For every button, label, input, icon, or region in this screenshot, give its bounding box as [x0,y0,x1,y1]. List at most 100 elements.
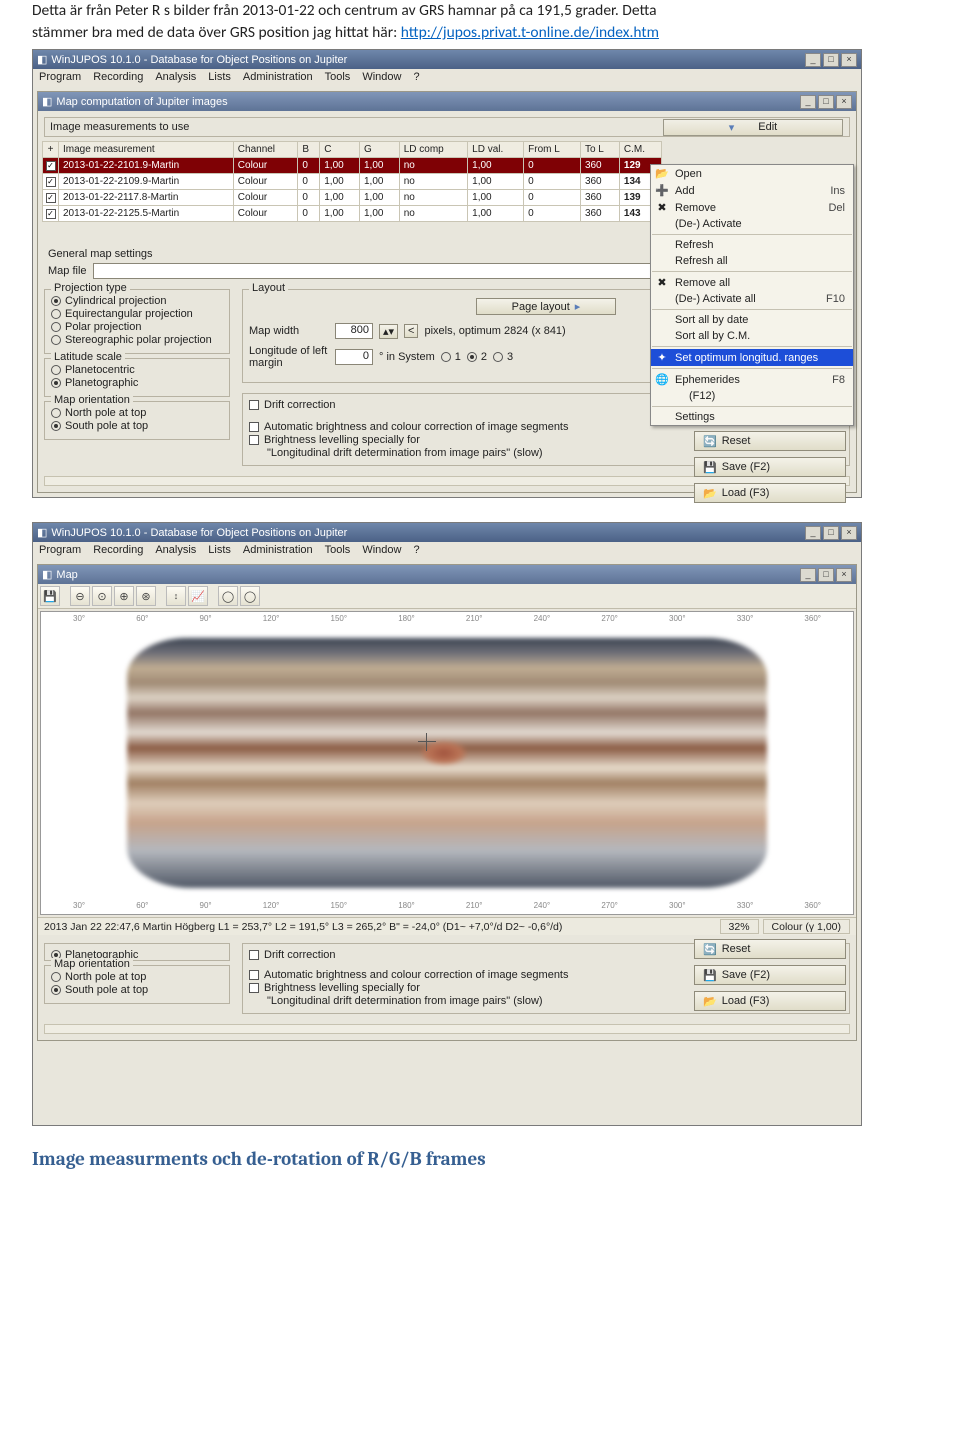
col-header[interactable]: To L [580,142,619,158]
menu-item[interactable]: ✦Set optimum longitud. ranges [651,349,853,366]
save-icon[interactable]: 💾 [40,586,60,606]
col-header[interactable]: B [298,142,320,158]
col-header[interactable]: LD comp [399,142,467,158]
col-header[interactable]: Channel [233,142,298,158]
drift-correction-check2[interactable] [249,950,259,960]
child-maximize-button[interactable]: □ [818,568,834,582]
menu-analysis[interactable]: Analysis [155,544,196,558]
row-check[interactable] [46,209,56,219]
table-row[interactable]: 2013-01-22-2117.8-MartinColour01,001,00n… [43,190,662,206]
menu-help[interactable]: ? [413,71,419,85]
maximize-button[interactable]: □ [823,526,839,540]
mapwidth-input[interactable]: 800 [335,323,373,339]
zoom-out-icon[interactable]: ⊖ [70,586,90,606]
jupos-link[interactable]: http://jupos.privat.t-online.de/index.ht… [401,23,659,42]
menu-tools[interactable]: Tools [325,71,351,85]
menu-lists[interactable]: Lists [208,71,231,85]
menu-lists[interactable]: Lists [208,544,231,558]
edit-button[interactable]: ▾ Edit [663,119,843,136]
menu-program[interactable]: Program [39,544,81,558]
mapwidth-less-button[interactable]: < [404,324,418,338]
menu-item[interactable]: (De-) Activate [651,216,853,232]
projection-option[interactable]: Polar projection [51,321,223,333]
child-maximize-button[interactable]: □ [818,95,834,109]
child-minimize-button[interactable]: _ [800,568,816,582]
brightness-levelling-check[interactable] [249,435,259,445]
row-check[interactable] [46,193,56,203]
system-3-radio[interactable]: 3 [493,351,513,363]
close-button[interactable]: × [841,526,857,540]
menu-program[interactable]: Program [39,71,81,85]
reset-button[interactable]: 🔄Reset [694,939,846,959]
menu-item[interactable]: Refresh all [651,253,853,269]
minimize-button[interactable]: _ [805,526,821,540]
menu-window[interactable]: Window [362,544,401,558]
orientation-option[interactable]: North pole at top [51,971,223,983]
menu-item[interactable]: Refresh [651,237,853,253]
menu-administration[interactable]: Administration [243,71,313,85]
chart-icon[interactable]: 📈 [188,586,208,606]
circle1-icon[interactable]: ◯ [218,586,238,606]
close-button[interactable]: × [841,53,857,67]
minimize-button[interactable]: _ [805,53,821,67]
child-close-button[interactable]: × [836,568,852,582]
system-2-radio[interactable]: 2 [467,351,487,363]
save-button[interactable]: 💾Save (F2) [694,457,846,477]
menu-tools[interactable]: Tools [325,544,351,558]
auto-brightness-check2[interactable] [249,970,259,980]
table-row[interactable]: 2013-01-22-2109.9-MartinColour01,001,00n… [43,174,662,190]
menu-item[interactable]: 📂Open [651,165,853,182]
drift-correction-check[interactable] [249,400,259,410]
reset-button[interactable]: 🔄Reset [694,431,846,451]
table-row[interactable]: 2013-01-22-2125.5-MartinColour01,001,00n… [43,206,662,222]
auto-brightness-check[interactable] [249,422,259,432]
brightness-levelling-check2[interactable] [249,983,259,993]
orientation-option[interactable]: South pole at top [51,984,223,996]
menu-item[interactable]: (F12) [651,388,853,404]
system-1-radio[interactable]: 1 [441,351,461,363]
save-button[interactable]: 💾Save (F2) [694,965,846,985]
projection-option[interactable]: Stereographic polar projection [51,334,223,346]
col-header[interactable]: LD val. [468,142,524,158]
circle2-icon[interactable]: ◯ [240,586,260,606]
menu-help[interactable]: ? [413,544,419,558]
menu-item[interactable]: Sort all by C.M. [651,328,853,344]
child-close-button[interactable]: × [836,95,852,109]
page-layout-button[interactable]: Page layout ▸ [476,298,616,315]
latitude-option[interactable]: Planetocentric [51,364,223,376]
menu-recording[interactable]: Recording [93,544,143,558]
menu-item[interactable]: ✖Remove all [651,274,853,291]
zoom-reset-icon[interactable]: ⊛ [136,586,156,606]
col-header[interactable]: G [359,142,399,158]
menu-analysis[interactable]: Analysis [155,71,196,85]
shrink-icon[interactable]: ↕ [166,586,186,606]
mapwidth-spinner[interactable]: ▴▾ [379,324,398,339]
menu-item[interactable]: 🌐EphemeridesF8 [651,371,853,388]
zoom-fit-icon[interactable]: ⊙ [92,586,112,606]
menu-administration[interactable]: Administration [243,544,313,558]
menu-item[interactable]: Settings [651,409,853,425]
menu-recording[interactable]: Recording [93,71,143,85]
projection-option[interactable]: Cylindrical projection [51,295,223,307]
col-header[interactable]: From L [524,142,581,158]
row-check[interactable] [46,161,56,171]
menu-item[interactable]: ➕AddIns [651,182,853,199]
projection-option[interactable]: Equirectangular projection [51,308,223,320]
map-viewport[interactable]: 30°60°90°120°150°180°210°240°270°300°330… [40,611,854,915]
child-minimize-button[interactable]: _ [800,95,816,109]
load-button[interactable]: 📂Load (F3) [694,483,846,503]
row-check[interactable] [46,177,56,187]
col-header[interactable]: + [43,142,59,158]
menu-item[interactable]: Sort all by date [651,312,853,328]
maximize-button[interactable]: □ [823,53,839,67]
col-header[interactable]: C [320,142,360,158]
measurements-table[interactable]: +Image measurementChannelBCGLD compLD va… [42,141,662,222]
zoom-in-icon[interactable]: ⊕ [114,586,134,606]
orientation-option[interactable]: North pole at top [51,407,223,419]
load-button[interactable]: 📂Load (F3) [694,991,846,1011]
menu-window[interactable]: Window [362,71,401,85]
orientation-option[interactable]: South pole at top [51,420,223,432]
menu-item[interactable]: ✖RemoveDel [651,199,853,216]
longitude-input[interactable]: 0 [335,349,373,365]
latitude-option[interactable]: Planetographic [51,377,223,389]
